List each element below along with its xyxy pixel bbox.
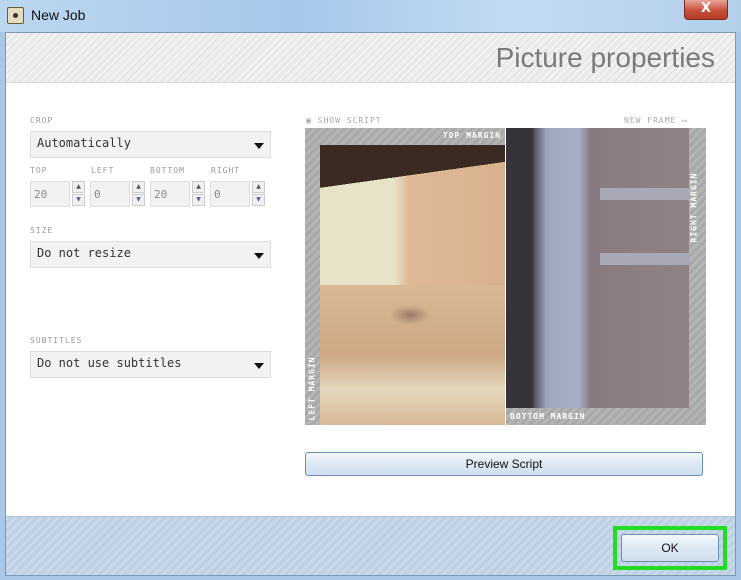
chevron-down-icon <box>254 363 264 369</box>
left-label: LEFT <box>91 166 115 175</box>
output-preview-panel: RIGHT MARGIN BOTTOM MARGIN <box>506 128 706 425</box>
source-preview-panel: TOP MARGIN LEFT MARGIN <box>305 128 505 425</box>
down-arrow-icon[interactable]: ▼ <box>252 194 265 206</box>
bottom-label: BOTTOM <box>150 166 185 175</box>
subtitles-label: SUBTITLES <box>30 336 83 345</box>
footer: OK <box>6 516 735 575</box>
up-arrow-icon[interactable]: ▲ <box>72 181 85 193</box>
title-bar: New Job X <box>0 0 741 32</box>
size-label: SIZE <box>30 226 54 235</box>
page-title: Picture properties <box>495 42 715 73</box>
source-frame-image <box>320 145 505 425</box>
preview-script-button[interactable]: Preview Script <box>305 452 703 476</box>
right-stepper[interactable]: 0 ▲ ▼ <box>210 181 265 207</box>
window-title: New Job <box>31 7 86 23</box>
header: Picture properties <box>6 33 735 83</box>
new-frame-button[interactable]: NEW FRAME ▭ <box>624 116 688 125</box>
subtitles-value: Do not use subtitles <box>37 356 182 370</box>
size-value: Do not resize <box>37 246 131 260</box>
top-input[interactable]: 20 <box>30 181 70 207</box>
up-arrow-icon[interactable]: ▲ <box>192 181 205 193</box>
down-arrow-icon[interactable]: ▼ <box>72 194 85 206</box>
top-label: TOP <box>30 166 48 175</box>
down-arrow-icon[interactable]: ▼ <box>192 194 205 206</box>
ok-button[interactable]: OK <box>621 534 719 562</box>
bottom-stepper[interactable]: 20 ▲ ▼ <box>150 181 205 207</box>
left-stepper[interactable]: 0 ▲ ▼ <box>90 181 145 207</box>
right-input[interactable]: 0 <box>210 181 250 207</box>
down-arrow-icon[interactable]: ▼ <box>132 194 145 206</box>
bottom-input[interactable]: 20 <box>150 181 190 207</box>
size-select[interactable]: Do not resize <box>30 241 271 268</box>
left-input[interactable]: 0 <box>90 181 130 207</box>
up-arrow-icon[interactable]: ▲ <box>132 181 145 193</box>
left-margin-label: LEFT MARGIN <box>307 356 317 421</box>
top-margin-label: TOP MARGIN <box>442 131 501 140</box>
show-script-toggle[interactable]: ▣ SHOW SCRIPT <box>306 116 382 125</box>
right-margin-label: RIGHT MARGIN <box>689 172 699 243</box>
app-icon <box>7 7 24 24</box>
chevron-down-icon <box>254 143 264 149</box>
crop-label: CROP <box>30 116 54 125</box>
close-button[interactable]: X <box>684 0 728 20</box>
show-script-label: SHOW SCRIPT <box>317 116 382 125</box>
chevron-down-icon <box>254 253 264 259</box>
bottom-margin-label: BOTTOM MARGIN <box>510 412 586 421</box>
top-stepper[interactable]: 20 ▲ ▼ <box>30 181 85 207</box>
crop-select[interactable]: Automatically <box>30 131 271 158</box>
right-label: RIGHT <box>211 166 241 175</box>
crop-value: Automatically <box>37 136 131 150</box>
new-frame-label: NEW FRAME <box>624 116 677 125</box>
up-arrow-icon[interactable]: ▲ <box>252 181 265 193</box>
output-frame-image <box>506 128 689 408</box>
subtitles-select[interactable]: Do not use subtitles <box>30 351 271 378</box>
dialog-body: Picture properties CROP Automatically TO… <box>5 32 736 576</box>
